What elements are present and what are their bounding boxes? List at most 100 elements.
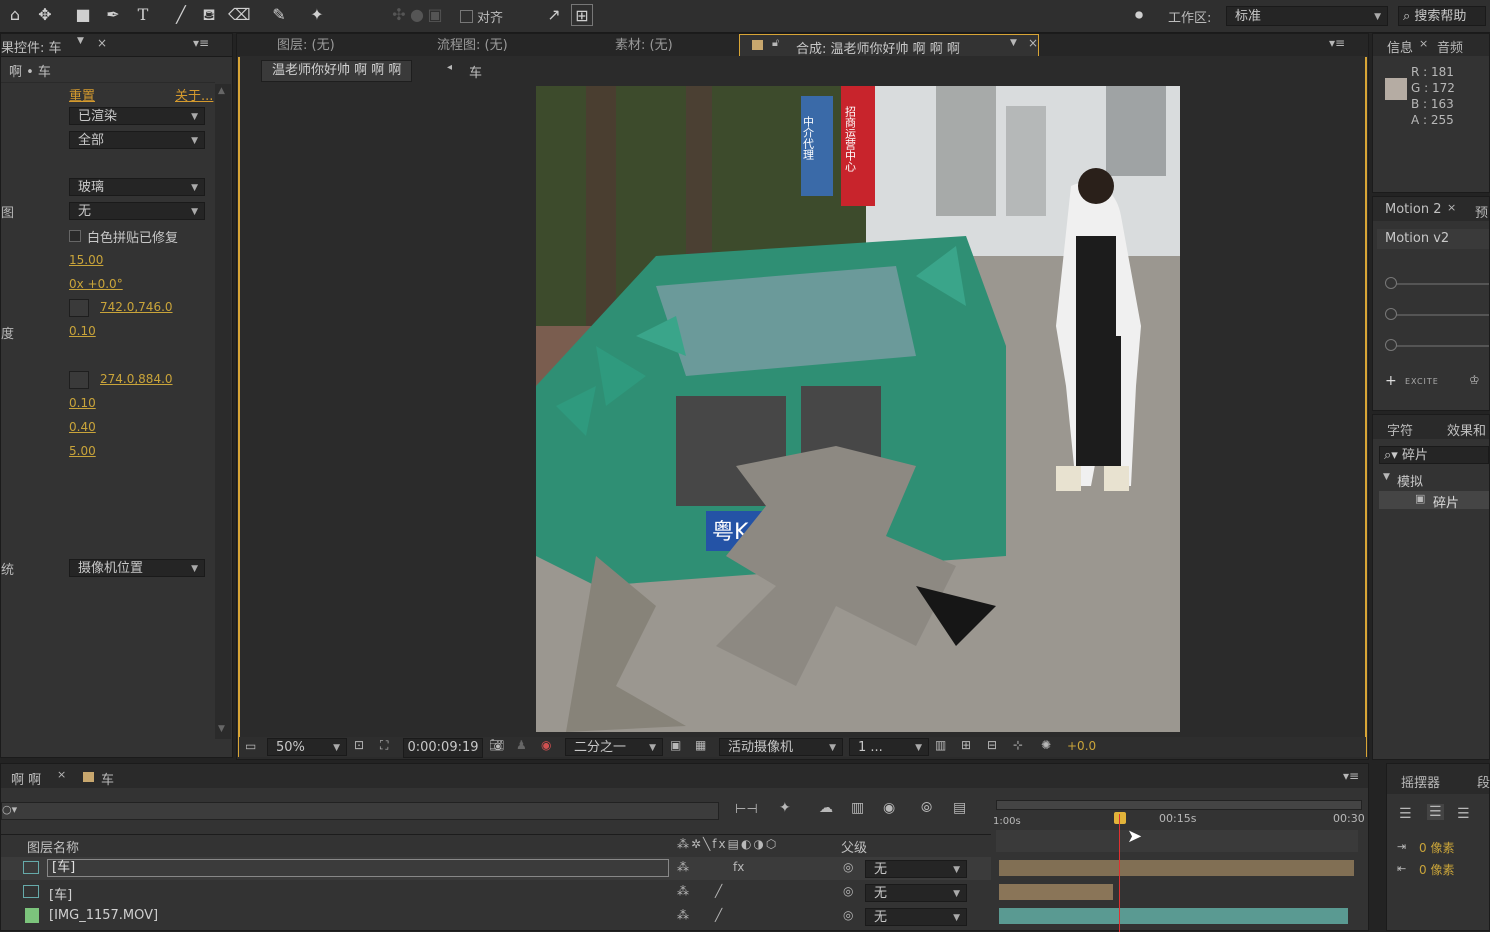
eraser-icon[interactable]: ⌫	[228, 4, 251, 26]
scroll-up-icon[interactable]: ▲	[218, 86, 225, 96]
lock-icon[interactable]: 🔓︎	[772, 36, 779, 50]
close-icon[interactable]: ×	[1419, 37, 1428, 50]
shy-switch-icon[interactable]: ⁂	[677, 860, 689, 874]
views-select[interactable]: 1 ... ▼	[849, 738, 929, 756]
tab-layer[interactable]: 图层: (无)	[277, 34, 335, 58]
reset-link[interactable]: 重置	[69, 85, 95, 104]
puppet-pin-icon[interactable]: ✦	[306, 4, 328, 26]
pixel-aspect-icon[interactable]: ▥	[935, 738, 946, 752]
render-select[interactable]: 已渲染 ▼	[69, 107, 205, 125]
comp-frame[interactable]: 中介代理 招商运营中心 粤K·B 001B	[536, 86, 1180, 732]
close-icon[interactable]: ×	[97, 36, 107, 50]
layer-name[interactable]: [IMG_1157.MOV]	[49, 908, 158, 923]
pen-tool-icon[interactable]: ✒	[102, 4, 124, 26]
value-field[interactable]: 0.40	[69, 420, 96, 434]
tab-composition[interactable]: 🔓︎ 合成: 温老师你好帅 啊 啊 啊 ▼ ×	[739, 34, 1039, 57]
close-icon[interactable]: ×	[1028, 36, 1038, 50]
pickwhip-icon[interactable]: ◎	[843, 908, 853, 922]
align-right-icon[interactable]: ☰	[1457, 806, 1470, 822]
playhead-handle[interactable]	[1114, 812, 1126, 824]
value-field[interactable]: 15.00	[69, 253, 103, 267]
transparency-grid-icon[interactable]: ▦	[695, 738, 706, 752]
all-select[interactable]: 全部 ▼	[69, 131, 205, 149]
search-help-field[interactable]: ⌕ 搜索帮助	[1398, 6, 1486, 26]
value-field[interactable]: 5.00	[69, 444, 96, 458]
layer-name[interactable]: [车]	[49, 884, 72, 903]
tab-wiggler[interactable]: 摇摆器	[1401, 772, 1440, 791]
exposure-icon[interactable]: ✺	[1041, 738, 1051, 752]
home-icon[interactable]: ⌂	[4, 4, 26, 26]
snapshot-icon[interactable]: 📷︎	[489, 738, 504, 752]
quality-icon[interactable]: ╱	[715, 884, 722, 898]
tab-paragraph[interactable]: 段	[1477, 772, 1490, 791]
comp-flow-crumb[interactable]: 温老师你好帅 啊 啊 啊	[261, 60, 413, 82]
draft-3d-icon[interactable]: ✦	[779, 800, 791, 816]
parent-select[interactable]: 无 ▼	[865, 884, 967, 902]
pickwhip-icon[interactable]: ◎	[843, 884, 853, 898]
always-preview-icon[interactable]: ▭	[245, 739, 256, 753]
crosshair-icon[interactable]	[69, 371, 89, 389]
align-left-icon[interactable]: ☰	[1399, 806, 1412, 822]
snap-icon[interactable]: ⊞	[571, 4, 593, 26]
layer-bar[interactable]	[999, 860, 1354, 876]
effect-controls-tab[interactable]: 果控件: 车	[1, 37, 62, 56]
crown-icon[interactable]: ♔	[1469, 373, 1480, 387]
frame-blend-icon[interactable]: ▥	[851, 800, 864, 816]
arrow-icon[interactable]: ↗	[543, 4, 565, 26]
crosshair-icon[interactable]	[69, 299, 89, 317]
layer-bar[interactable]	[999, 884, 1113, 900]
tab-info[interactable]: 信息	[1387, 37, 1413, 56]
panel-menu-icon[interactable]: ▾≡	[193, 36, 209, 50]
table-row[interactable]: [IMG_1157.MOV] ⁂ ╱ ◎ 无 ▼	[1, 905, 991, 928]
shy-icon[interactable]: ☁	[819, 800, 833, 816]
chevron-down-icon[interactable]: ▼	[1010, 38, 1017, 48]
parent-select[interactable]: 无 ▼	[865, 860, 967, 878]
zoom-select[interactable]: 50% ▼	[267, 738, 347, 756]
panel-menu-icon[interactable]: ▾≡	[1343, 769, 1359, 783]
hand-icon[interactable]: ✥	[34, 4, 56, 26]
pattern-select[interactable]: 玻璃 ▼	[69, 178, 205, 196]
preset-search[interactable]: ⌕▾ 碎片	[1379, 446, 1489, 464]
tab-flowchart[interactable]: 流程图: (无)	[437, 34, 508, 58]
shy-switch-icon[interactable]: ⁂	[677, 884, 689, 898]
group-simulation[interactable]: 模拟	[1397, 471, 1423, 490]
tab-comp-2[interactable]: 车	[101, 769, 114, 788]
slider[interactable]	[1387, 345, 1489, 347]
timecode-field[interactable]: 0:00:09:19	[403, 738, 483, 758]
close-icon[interactable]: ×	[1447, 201, 1456, 214]
roto-brush-icon[interactable]: ✎	[268, 4, 290, 26]
value-field[interactable]: 0.10	[69, 396, 96, 410]
indent-value[interactable]: 0 像素	[1419, 839, 1454, 856]
map-select[interactable]: 无 ▼	[69, 202, 205, 220]
align-checkbox[interactable]	[460, 10, 473, 23]
show-snapshot-icon[interactable]: ♟	[516, 738, 527, 752]
text-tool-icon[interactable]: T	[132, 4, 154, 26]
graph-editor-icon[interactable]: ⦾	[921, 800, 932, 816]
motion-blur-icon[interactable]: ◉	[883, 800, 895, 816]
scrollbar[interactable]	[215, 84, 231, 739]
slider[interactable]	[1387, 314, 1489, 316]
table-row[interactable]: [车] ⁂ ╱ ◎ 无 ▼	[1, 881, 991, 904]
slider-knob[interactable]	[1385, 308, 1397, 320]
close-icon[interactable]: ×	[57, 768, 66, 781]
tab-motion[interactable]: Motion 2	[1385, 202, 1441, 217]
about-link[interactable]: 关于...	[175, 85, 213, 104]
tab-footage[interactable]: 素材: (无)	[615, 34, 673, 58]
slider[interactable]	[1387, 283, 1489, 285]
quality-icon[interactable]: ╱	[715, 908, 722, 922]
resolution-icon[interactable]: ⊡	[354, 738, 364, 752]
tab-character[interactable]: 字符	[1387, 420, 1413, 439]
tab-comp-1[interactable]: 啊 啊	[11, 769, 41, 788]
fast-preview-icon[interactable]: ⊞	[961, 738, 971, 752]
slider-knob[interactable]	[1385, 277, 1397, 289]
brainstorm-icon[interactable]: ▤	[953, 800, 966, 816]
expand-icon[interactable]: ▼	[1383, 472, 1390, 482]
comp-mini-flowchart-icon[interactable]: ⊢⊣	[735, 802, 758, 817]
resolution-select[interactable]: 二分之一 ▼	[565, 738, 663, 756]
channel-icon[interactable]: ◉	[541, 738, 551, 752]
brush-tool-icon[interactable]: ╱	[170, 4, 192, 26]
camera-select[interactable]: 摄像机位置 ▼	[69, 559, 205, 577]
excite-label[interactable]: EXCITE	[1405, 377, 1439, 386]
workspace-select[interactable]: 标准 ▼	[1226, 6, 1388, 26]
rectangle-tool-icon[interactable]: ■	[72, 4, 94, 26]
